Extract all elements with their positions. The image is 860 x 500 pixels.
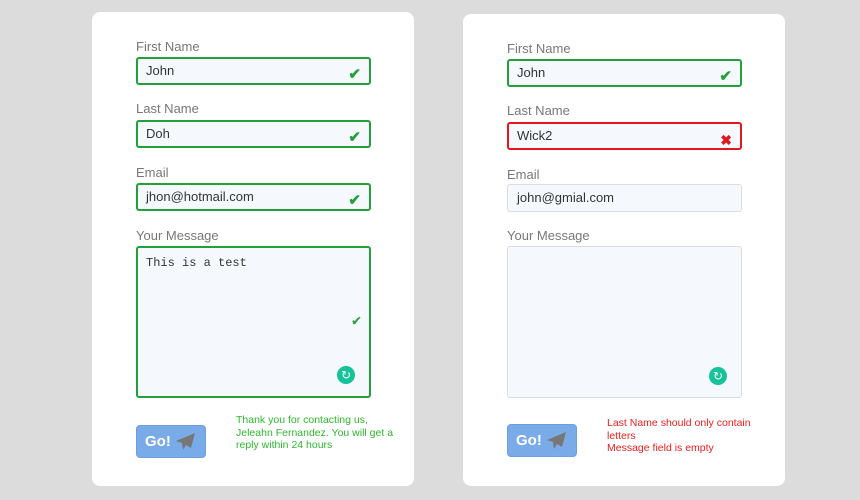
message-textarea[interactable]: This is a test ✔ ↻ (136, 246, 371, 398)
submit-button[interactable]: Go! (507, 424, 577, 457)
error-messages: Last Name should only contain letters Me… (607, 417, 767, 455)
message-value: This is a test (146, 256, 247, 270)
check-icon: ✔ (348, 129, 361, 146)
paper-plane-icon (176, 433, 195, 450)
success-message: Thank you for contacting us, Jeleahn Fer… (236, 414, 394, 451)
message-label: Your Message (136, 228, 219, 243)
submit-button[interactable]: Go! (136, 425, 206, 458)
error-message-empty: Message field is empty (607, 442, 714, 454)
email-input[interactable]: john@gmial.com (507, 184, 742, 212)
email-label: Email (136, 165, 169, 180)
error-x-icon: ✖ (720, 132, 732, 148)
first-name-input[interactable]: John ✔ (507, 59, 742, 87)
first-name-value: John (517, 65, 546, 80)
last-name-label: Last Name (136, 101, 199, 116)
email-value: john@gmial.com (517, 190, 615, 205)
message-label: Your Message (507, 228, 590, 243)
error-last-name: Last Name should only contain letters (607, 417, 751, 442)
email-label: Email (507, 167, 540, 182)
grammarly-icon[interactable]: ↻ (337, 366, 355, 384)
email-value: jhon@hotmail.com (146, 189, 254, 204)
message-textarea[interactable]: ↻ (507, 246, 742, 398)
last-name-value: Wick2 (517, 128, 553, 143)
contact-form-error: First Name John ✔ Last Name Wick2 ✖ Email … (463, 14, 785, 486)
check-icon: ✔ (351, 313, 361, 330)
last-name-label: Last Name (507, 103, 570, 118)
last-name-value: Doh (146, 126, 170, 141)
check-icon: ✔ (348, 66, 361, 83)
first-name-input[interactable]: John ✔ (136, 57, 371, 85)
check-icon: ✔ (719, 68, 732, 85)
first-name-label: First Name (136, 39, 200, 54)
submit-label: Go! (516, 432, 542, 449)
last-name-input[interactable]: Wick2 ✖ (507, 122, 742, 150)
last-name-input[interactable]: Doh ✔ (136, 120, 371, 148)
email-input[interactable]: jhon@hotmail.com ✔ (136, 183, 371, 211)
contact-form-success: First Name John ✔ Last Name Doh ✔ Email jh… (92, 12, 414, 486)
submit-label: Go! (145, 433, 171, 450)
first-name-label: First Name (507, 41, 571, 56)
grammarly-icon[interactable]: ↻ (709, 367, 727, 385)
first-name-value: John (146, 63, 175, 78)
check-icon: ✔ (348, 192, 361, 209)
paper-plane-icon (547, 432, 566, 449)
